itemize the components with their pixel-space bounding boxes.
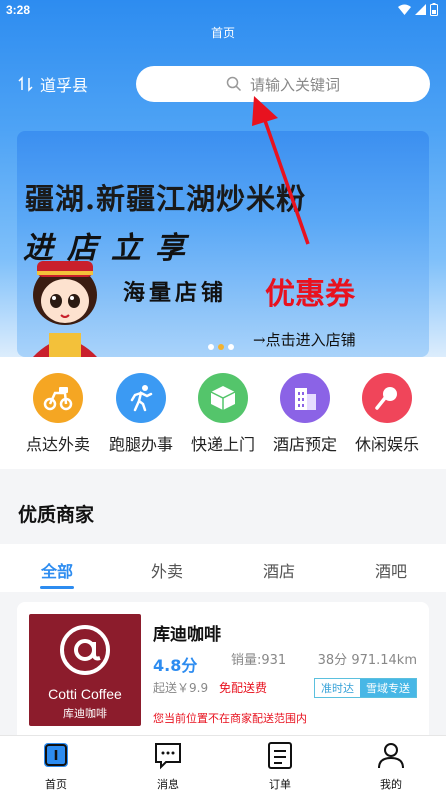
category-nav: 点达外卖 跑腿办事 快递上门 酒店预定 休闲娱乐 — [0, 357, 446, 469]
category-express[interactable]: 快递上门 — [183, 373, 263, 455]
bottom-nav-home[interactable]: 首页 — [26, 740, 86, 792]
min-order: 起送￥9.9 — [153, 681, 209, 695]
profile-icon — [378, 743, 404, 769]
tab-bar[interactable]: 酒吧 — [356, 558, 426, 582]
merchant-name: 库迪咖啡 — [153, 625, 221, 645]
status-time: 3:28 — [6, 3, 31, 17]
section-title: 优质商家 — [18, 504, 95, 526]
badge-on-time: 准时达 — [315, 679, 360, 697]
category-label: 休闲娱乐 — [354, 435, 419, 454]
category-label: 点达外卖 — [25, 435, 90, 454]
delivery-notice: 您当前位置不在商家配送范围内 — [153, 712, 307, 725]
swap-icon — [18, 76, 33, 92]
category-label: 快递上门 — [190, 435, 255, 454]
banner-tagline: 海量店铺 — [123, 280, 228, 306]
merchant-distance: 38分 971.14km — [317, 653, 417, 668]
logo-text: Cotti Coffee — [48, 686, 122, 702]
merchant-card[interactable]: Cotti Coffee 库迪咖啡 库迪咖啡 4.8分 销量:931 38分 9… — [17, 602, 429, 742]
status-icons — [398, 3, 438, 16]
banner-dot — [208, 344, 214, 350]
annotation-arrow — [252, 96, 310, 245]
tab-all[interactable]: 全部 — [22, 558, 92, 582]
page-title: 首页 — [210, 26, 235, 40]
badge-express: 雪域专送 — [360, 679, 416, 697]
wifi-icon — [398, 4, 411, 15]
microphone-icon — [362, 373, 412, 423]
merchant-sales: 销量:931 — [231, 653, 287, 668]
logo-subtext: 库迪咖啡 — [63, 707, 107, 720]
banner-coupon: 优惠券 — [265, 277, 355, 312]
tab-takeout[interactable]: 外卖 — [132, 558, 202, 582]
promo-banner[interactable]: 疆湖.新疆江湖炒米粉 进店立享 海量店铺 优惠券 →点击进入店铺 — [17, 131, 429, 357]
free-delivery: 免配送费 — [219, 681, 268, 695]
battery-icon — [430, 3, 438, 16]
bottom-nav-messages[interactable]: 消息 — [138, 740, 198, 792]
tab-hotel[interactable]: 酒店 — [244, 558, 314, 582]
search-placeholder: 请输入关键词 — [249, 75, 340, 94]
at-sign-icon — [60, 625, 110, 675]
category-label: 跑腿办事 — [108, 435, 173, 454]
order-icon — [268, 742, 292, 769]
bottom-nav-label: 消息 — [157, 778, 179, 791]
status-bar: 3:28 — [0, 0, 446, 20]
banner-dot — [228, 344, 234, 350]
signal-icon — [415, 4, 426, 15]
banner-enter-link[interactable]: →点击进入店铺 — [253, 329, 356, 350]
hotel-icon — [280, 373, 330, 423]
bottom-nav-label: 订单 — [269, 778, 291, 791]
bottom-nav-orders[interactable]: 订单 — [250, 740, 310, 792]
bottom-nav-label: 我的 — [380, 778, 402, 791]
location-city: 道孚县 — [40, 76, 89, 95]
merchant-rating: 4.8分 — [153, 656, 198, 675]
tab-indicator — [40, 586, 74, 589]
runner-icon — [116, 373, 166, 423]
banner-dot-active — [218, 344, 224, 350]
bottom-nav: 首页 消息 订单 我的 — [0, 735, 446, 793]
category-errand[interactable]: 跑腿办事 — [101, 373, 181, 455]
bottom-nav-profile[interactable]: 我的 — [361, 740, 421, 792]
category-label: 酒店预定 — [272, 435, 337, 454]
package-icon — [198, 373, 248, 423]
merchant-logo: Cotti Coffee 库迪咖啡 — [29, 614, 141, 726]
bottom-nav-label: 首页 — [45, 778, 67, 791]
banner-pagination — [208, 344, 234, 350]
search-icon — [226, 76, 242, 92]
merchant-tabs: 全部 外卖 酒店 酒吧 — [0, 544, 446, 592]
delivery-badges: 准时达 雪域专送 — [314, 678, 417, 698]
mascot-illustration — [33, 261, 97, 357]
category-hotel[interactable]: 酒店预定 — [265, 373, 345, 455]
category-takeout[interactable]: 点达外卖 — [18, 373, 98, 455]
location-selector[interactable]: 道孚县 — [18, 72, 88, 96]
message-icon — [155, 743, 181, 770]
home-icon — [44, 743, 68, 767]
category-leisure[interactable]: 休闲娱乐 — [347, 373, 427, 455]
scooter-icon — [33, 373, 83, 423]
